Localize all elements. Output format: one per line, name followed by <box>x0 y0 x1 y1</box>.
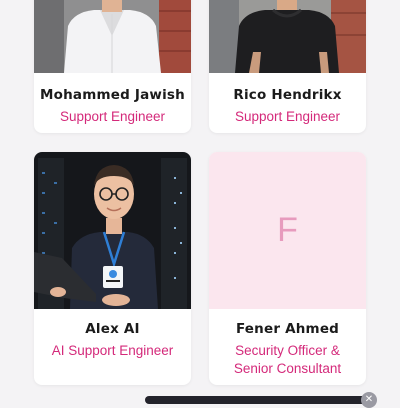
team-member-name: Rico Hendrikx <box>233 87 342 103</box>
team-member-role: Security Officer & Senior Consultant <box>209 342 366 378</box>
team-member-info: Alex AI AI Support Engineer <box>34 320 191 360</box>
team-member-card: Rico Hendrikx Support Engineer <box>209 0 366 133</box>
team-member-card: Alex AI AI Support Engineer <box>34 152 191 385</box>
avatar: F <box>209 152 366 309</box>
avatar-initial: F <box>277 211 298 249</box>
team-member-info: Mohammed Jawish Support Engineer <box>34 86 191 126</box>
team-member-info: Fener Ahmed Security Officer & Senior Co… <box>209 320 366 378</box>
team-grid: Mohammed Jawish Support Engineer Rico He… <box>0 0 400 400</box>
role-line-2: Senior Consultant <box>233 361 342 376</box>
role-line-1: Security Officer & <box>235 343 340 358</box>
portrait-image <box>34 152 191 309</box>
bottom-banner[interactable] <box>145 396 367 404</box>
close-icon[interactable]: ✕ <box>361 392 377 408</box>
team-member-role: AI Support Engineer <box>51 343 174 358</box>
team-member-card: F Fener Ahmed Security Officer & Senior … <box>209 152 366 385</box>
team-member-name: Alex AI <box>85 321 140 337</box>
portrait-image <box>34 0 191 73</box>
team-member-name: Mohammed Jawish <box>40 87 185 103</box>
portrait-image <box>209 0 366 73</box>
team-member-role: Support Engineer <box>59 109 166 124</box>
team-member-photo <box>209 0 366 73</box>
team-member-avatar-placeholder: F <box>209 152 366 309</box>
team-member-role: Support Engineer <box>234 109 341 124</box>
team-member-photo <box>34 152 191 309</box>
team-member-info: Rico Hendrikx Support Engineer <box>209 86 366 126</box>
team-member-card: Mohammed Jawish Support Engineer <box>34 0 191 133</box>
team-member-photo <box>34 0 191 73</box>
team-member-name: Fener Ahmed <box>235 321 340 337</box>
